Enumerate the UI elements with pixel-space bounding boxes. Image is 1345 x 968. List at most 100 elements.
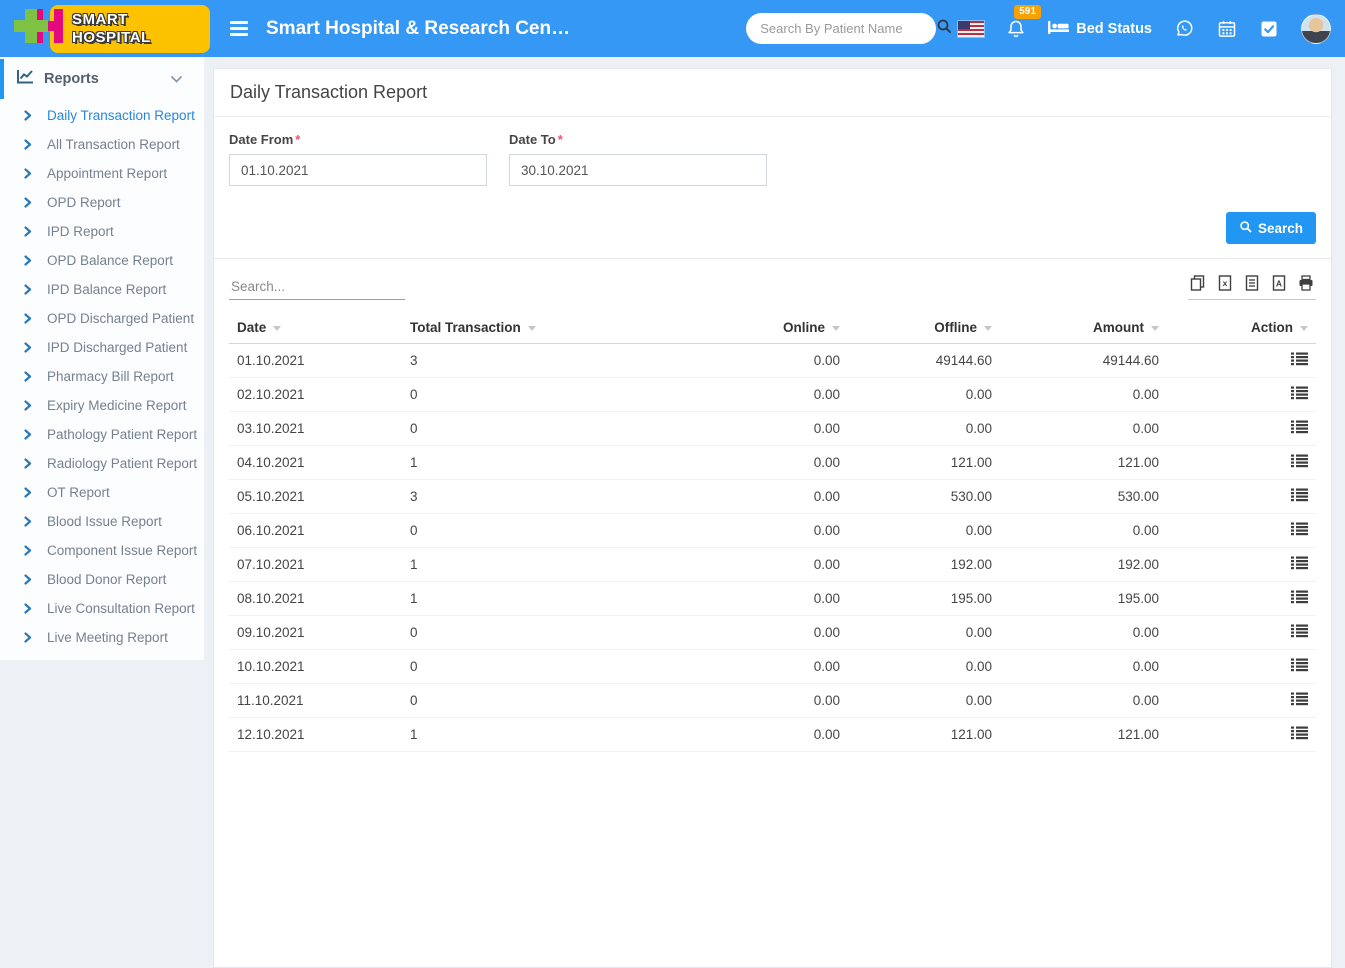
column-header[interactable]: Action [1167, 312, 1316, 344]
sidebar-item[interactable]: Pathology Patient Report [0, 420, 204, 449]
page-title: Daily Transaction Report [230, 82, 427, 102]
cell-offline: 121.00 [848, 718, 1000, 752]
sidebar-item[interactable]: Pharmacy Bill Report [0, 362, 204, 391]
cell-date: 04.10.2021 [229, 446, 402, 480]
date-from-input[interactable] [229, 154, 487, 186]
sidebar-item[interactable]: IPD Balance Report [0, 275, 204, 304]
sidebar-item[interactable]: Component Issue Report [0, 536, 204, 565]
row-action-list-icon[interactable] [1291, 694, 1308, 709]
sidebar-item[interactable]: Blood Issue Report [0, 507, 204, 536]
sidebar-item[interactable]: Appointment Report [0, 159, 204, 188]
cell-action [1167, 514, 1316, 548]
column-header[interactable]: Offline [848, 312, 1000, 344]
pdf-icon[interactable]: A [1271, 275, 1287, 291]
search-icon[interactable] [936, 18, 952, 39]
sort-caret-icon [528, 326, 536, 331]
table-row: 05.10.202130.00530.00530.00 [229, 480, 1316, 514]
sidebar-item[interactable]: IPD Report [0, 217, 204, 246]
sidebar-item[interactable]: Daily Transaction Report [0, 101, 204, 130]
sidebar-item[interactable]: OPD Balance Report [0, 246, 204, 275]
notifications-bell[interactable]: 591 [1006, 13, 1026, 44]
sidebar-item-label: Live Consultation Report [47, 601, 195, 616]
column-header[interactable]: Total Transaction [402, 312, 650, 344]
row-action-list-icon[interactable] [1291, 558, 1308, 573]
patient-search-box[interactable] [746, 13, 936, 44]
date-to-group: Date To* [509, 132, 767, 186]
row-action-list-icon[interactable] [1291, 422, 1308, 437]
sidebar-item[interactable]: Live Consultation Report [0, 594, 204, 623]
table-row: 09.10.202100.000.000.00 [229, 616, 1316, 650]
cell-action [1167, 378, 1316, 412]
sidebar-item[interactable]: Blood Donor Report [0, 565, 204, 594]
print-icon[interactable] [1298, 275, 1314, 291]
sidebar-item-label: Pharmacy Bill Report [47, 369, 174, 384]
row-action-list-icon[interactable] [1291, 728, 1308, 743]
row-action-list-icon[interactable] [1291, 490, 1308, 505]
sidebar-item-label: Live Meeting Report [47, 630, 168, 645]
column-header[interactable]: Date [229, 312, 402, 344]
whatsapp-icon[interactable] [1174, 18, 1195, 39]
sidebar-item-label: OPD Report [47, 195, 121, 210]
chevron-right-icon [24, 632, 32, 643]
cell-amount: 192.00 [1000, 548, 1167, 582]
hamburger-icon[interactable] [226, 17, 252, 40]
section-divider [214, 258, 1331, 259]
date-to-input[interactable] [509, 154, 767, 186]
row-action-list-icon[interactable] [1291, 354, 1308, 369]
row-action-list-icon[interactable] [1291, 592, 1308, 607]
sidebar-item[interactable]: Radiology Patient Report [0, 449, 204, 478]
sidebar-item[interactable]: All Transaction Report [0, 130, 204, 159]
column-header[interactable]: Online [650, 312, 848, 344]
row-action-list-icon[interactable] [1291, 660, 1308, 675]
sidebar-item[interactable]: Expiry Medicine Report [0, 391, 204, 420]
cell-action [1167, 412, 1316, 446]
table-row: 12.10.202110.00121.00121.00 [229, 718, 1316, 752]
us-flag-icon[interactable] [958, 21, 984, 37]
cell-amount: 0.00 [1000, 412, 1167, 446]
copy-icon[interactable] [1190, 275, 1206, 291]
bed-status-button[interactable]: Bed Status [1048, 19, 1152, 39]
table-header-row: DateTotal TransactionOnlineOfflineAmount… [229, 312, 1316, 344]
csv-icon[interactable] [1244, 275, 1260, 291]
calendar-icon[interactable] [1217, 19, 1237, 39]
sort-caret-icon [832, 326, 840, 331]
cell-online: 0.00 [650, 582, 848, 616]
table-filter-input[interactable] [229, 276, 405, 300]
search-button-label: Search [1258, 221, 1303, 236]
sidebar-section-reports[interactable]: Reports [0, 57, 204, 101]
user-avatar[interactable] [1301, 14, 1331, 44]
row-action-list-icon[interactable] [1291, 524, 1308, 539]
cell-total: 1 [402, 446, 650, 480]
search-button[interactable]: Search [1226, 212, 1316, 244]
main-content: Daily Transaction Report Date From* Date… [205, 57, 1345, 660]
sidebar-item-label: Expiry Medicine Report [47, 398, 187, 413]
row-action-list-icon[interactable] [1291, 626, 1308, 641]
cell-offline: 49144.60 [848, 344, 1000, 378]
excel-icon[interactable]: x [1217, 275, 1233, 291]
row-action-list-icon[interactable] [1291, 456, 1308, 471]
notification-badge: 591 [1014, 5, 1041, 19]
cell-online: 0.00 [650, 446, 848, 480]
cell-action [1167, 650, 1316, 684]
cell-total: 0 [402, 412, 650, 446]
sidebar-item[interactable]: OT Report [0, 478, 204, 507]
search-icon [1239, 220, 1252, 236]
column-header[interactable]: Amount [1000, 312, 1167, 344]
task-check-icon[interactable] [1259, 19, 1279, 39]
cell-offline: 0.00 [848, 684, 1000, 718]
sidebar-item[interactable]: OPD Report [0, 188, 204, 217]
sidebar-item[interactable]: OPD Discharged Patient [0, 304, 204, 333]
bed-icon [1048, 19, 1069, 39]
cell-offline: 530.00 [848, 480, 1000, 514]
cell-online: 0.00 [650, 548, 848, 582]
sidebar-item[interactable]: IPD Discharged Patient [0, 333, 204, 362]
sidebar-item[interactable]: Live Meeting Report [0, 623, 204, 652]
app-logo[interactable]: SMART HOSPITAL [14, 5, 210, 53]
cell-online: 0.00 [650, 616, 848, 650]
patient-search-input[interactable] [760, 21, 936, 36]
sidebar-item-label: Component Issue Report [47, 543, 197, 558]
card-header: Daily Transaction Report [214, 69, 1331, 117]
sidebar-item-label: All Transaction Report [47, 137, 180, 152]
row-action-list-icon[interactable] [1291, 388, 1308, 403]
cell-amount: 0.00 [1000, 684, 1167, 718]
